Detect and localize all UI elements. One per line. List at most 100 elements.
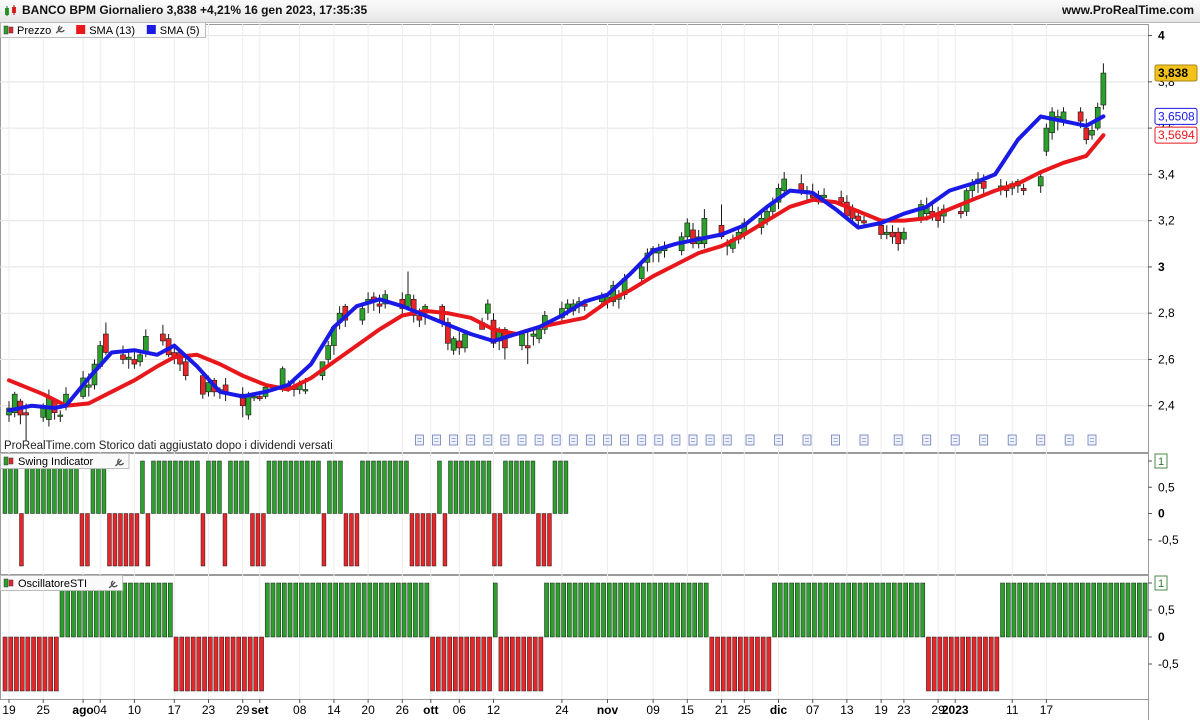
document-marker-icon[interactable] [500, 434, 510, 446]
swing-bar [558, 460, 563, 514]
document-marker-icon[interactable] [654, 434, 664, 446]
sti-bar [663, 582, 669, 638]
document-marker-icon[interactable] [802, 434, 812, 446]
swing-bar [360, 460, 365, 514]
document-marker-icon[interactable] [745, 434, 755, 446]
sti-bar [287, 582, 293, 638]
document-marker-icon[interactable] [1087, 434, 1097, 446]
sti-bar [857, 582, 863, 638]
sti-bar [492, 582, 498, 638]
document-marker-icon[interactable] [979, 434, 989, 446]
document-marker-icon[interactable] [466, 434, 476, 446]
document-marker-icon[interactable] [517, 434, 527, 446]
sti-bar [304, 582, 310, 638]
swing-bar [283, 460, 288, 514]
document-marker-icon[interactable] [414, 434, 424, 446]
sti-bar [93, 582, 99, 638]
swing-current-label: 1 [1158, 456, 1164, 468]
document-marker-icon[interactable] [432, 434, 441, 446]
price-legend[interactable]: Prezzo SMA (13) SMA (5) [0, 22, 206, 38]
x-tick-label: 04 [94, 703, 108, 717]
swing-legend[interactable]: Swing Indicator [0, 453, 130, 469]
document-marker-icon[interactable] [586, 434, 595, 446]
swing-bar [464, 460, 470, 514]
sti-bar [168, 582, 173, 638]
document-marker-icon[interactable] [1007, 434, 1017, 446]
swing-bar [200, 513, 206, 567]
sti-bar [532, 636, 538, 692]
sti-bar [122, 582, 128, 638]
sti-bar [139, 582, 145, 638]
document-marker-icon[interactable] [671, 434, 681, 446]
x-tick-label: 25 [738, 703, 752, 717]
x-tick-label: 25 [37, 703, 51, 717]
sti-bar [829, 582, 834, 638]
x-tick-label: 10 [128, 703, 142, 717]
bar-chart-icon [3, 456, 9, 466]
sti-bar [1137, 582, 1142, 638]
swing-bar [486, 460, 492, 514]
document-marker-icon[interactable] [688, 434, 698, 446]
sti-bar [430, 636, 435, 692]
bar-chart-icon [3, 25, 9, 35]
candle-body [889, 231, 896, 238]
swing-bar [349, 513, 354, 567]
sti-bar [1125, 582, 1131, 638]
document-marker-icon[interactable] [774, 434, 783, 446]
price-y-tick-label: 2,6 [1158, 352, 1175, 366]
sti-bar [8, 636, 14, 692]
document-marker-icon[interactable] [483, 434, 493, 446]
sti-bar [213, 636, 219, 692]
document-marker-icon[interactable] [1036, 434, 1046, 446]
document-marker-icon[interactable] [551, 434, 561, 446]
sti-bar [207, 636, 213, 692]
document-marker-icon[interactable] [922, 434, 932, 446]
sti-bar [692, 582, 698, 638]
candle-body [1049, 111, 1055, 134]
sti-bar [25, 636, 31, 692]
sti-bar [105, 582, 110, 638]
document-marker-icon[interactable] [859, 434, 869, 446]
document-marker-icon[interactable] [534, 434, 544, 446]
document-marker-icon[interactable] [705, 434, 715, 446]
swing-y-tick-label: -0,5 [1158, 533, 1179, 547]
document-marker-icon[interactable] [603, 434, 612, 446]
swing-bar [398, 460, 404, 514]
swing-bar [162, 460, 167, 514]
swing-bar [233, 460, 239, 514]
swing-bar [299, 460, 305, 514]
swing-bar [112, 513, 118, 567]
swing-bar [129, 513, 134, 567]
candle-body [564, 303, 571, 309]
document-marker-icon[interactable] [620, 434, 629, 446]
document-marker-icon[interactable] [893, 434, 903, 446]
document-marker-icon[interactable] [1064, 434, 1074, 446]
document-marker-icon[interactable] [831, 434, 840, 446]
sti-bar [82, 582, 88, 638]
candle-body [838, 197, 845, 203]
swing-bar [316, 460, 321, 514]
x-tick-label: 07 [806, 703, 820, 717]
sti-bar [555, 582, 561, 638]
document-marker-icon[interactable] [722, 434, 732, 446]
document-marker-icon[interactable] [449, 434, 459, 446]
sti-legend[interactable]: OscillatoreSTI [0, 575, 124, 591]
sti-bar [48, 636, 53, 692]
swing-bar [503, 460, 508, 514]
swing-bar [228, 460, 233, 514]
candle-body [325, 345, 332, 360]
document-marker-icon[interactable] [950, 434, 960, 446]
swing-bar [415, 513, 420, 567]
swing-bar [387, 460, 393, 514]
swing-title: Swing Indicator [18, 456, 94, 468]
swing-bar [107, 513, 112, 567]
x-tick-label: 11 [1006, 703, 1019, 717]
document-marker-icon[interactable] [568, 434, 578, 446]
document-marker-icon[interactable] [637, 434, 647, 446]
sti-bar [282, 582, 287, 638]
swing-bar [365, 460, 371, 514]
chart-area[interactable]: 2,42,62,833,23,43,63,843,8383,65083,5694… [0, 0, 1200, 720]
swing-bar [272, 460, 277, 514]
sti-bar [874, 582, 880, 638]
sti-bar [738, 636, 743, 692]
